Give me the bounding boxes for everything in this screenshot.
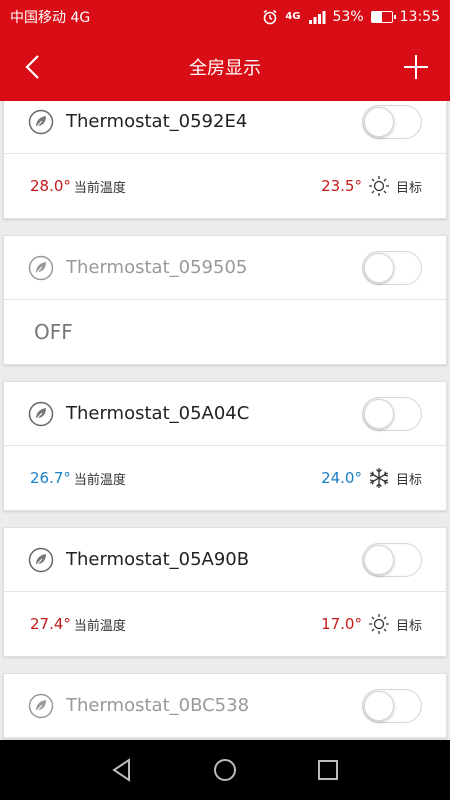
device-card[interactable]: Thermostat_0592E4 28.0° 当前温度 23.5° 目标: [3, 101, 447, 219]
power-toggle[interactable]: [362, 688, 422, 723]
target-label: 目标: [395, 180, 422, 196]
power-toggle[interactable]: [362, 104, 422, 139]
power-toggle[interactable]: [362, 542, 422, 577]
device-name: Thermostat_0BC538: [66, 695, 250, 716]
current-temperature: 27.4°: [30, 615, 71, 633]
snowflake-icon: [369, 468, 389, 488]
system-nav-bar: [0, 740, 450, 800]
device-name: Thermostat_05A90B: [66, 549, 250, 570]
device-name: Thermostat_05A04C: [66, 403, 250, 424]
recents-square-icon[interactable]: [314, 756, 342, 784]
status-bar: 中国移动 4G 4G 53% 13:55: [0, 0, 450, 33]
leaf-icon: [28, 693, 54, 718]
alarm-icon: [262, 9, 278, 25]
title-bar: 全房显示: [0, 33, 450, 101]
leaf-icon: [28, 401, 54, 426]
device-name: Thermostat_0592E4: [66, 111, 248, 132]
target-temperature: 24.0°: [321, 469, 362, 487]
current-temperature-label: 当前温度: [73, 180, 126, 196]
page-title: 全房显示: [189, 58, 261, 79]
signal-icon: [308, 10, 326, 24]
chevron-left-icon: [25, 55, 39, 79]
leaf-icon: [28, 255, 54, 280]
device-card[interactable]: Thermostat_059505 OFF: [3, 235, 447, 365]
home-circle-icon[interactable]: [211, 756, 239, 784]
battery-percent: 53%: [332, 8, 364, 25]
target-label: 目标: [395, 618, 422, 634]
leaf-icon: [28, 109, 54, 134]
back-button[interactable]: [18, 51, 50, 83]
back-triangle-icon[interactable]: [108, 756, 136, 784]
current-temperature: 26.7°: [30, 469, 71, 487]
power-toggle[interactable]: [362, 396, 422, 431]
network-type-label: 4G: [285, 10, 301, 22]
sun-icon: [368, 614, 389, 634]
battery-icon: [370, 10, 396, 23]
toggle-knob: [364, 690, 394, 721]
power-toggle[interactable]: [362, 250, 422, 285]
current-temperature: 28.0°: [30, 177, 71, 195]
target-temperature: 17.0°: [321, 615, 362, 633]
toggle-knob: [364, 398, 394, 429]
device-card[interactable]: Thermostat_05A90B 27.4° 当前温度 17.0° 目标: [3, 527, 447, 657]
target-label: 目标: [395, 472, 422, 488]
device-card[interactable]: Thermostat_05A04C 26.7° 当前温度 24.0° 目标: [3, 381, 447, 511]
toggle-knob: [364, 252, 394, 283]
add-device-button[interactable]: [400, 51, 432, 83]
device-name: Thermostat_059505: [66, 257, 248, 278]
device-list[interactable]: Thermostat_0592E4 28.0° 当前温度 23.5° 目标 Th…: [0, 101, 450, 740]
current-temperature-label: 当前温度: [73, 472, 126, 488]
toggle-knob: [364, 106, 394, 137]
sun-icon: [368, 176, 389, 196]
plus-icon: [404, 55, 428, 79]
off-status: OFF: [34, 320, 73, 344]
current-temperature-label: 当前温度: [73, 618, 126, 634]
target-temperature: 23.5°: [321, 177, 362, 195]
status-icons: 4G 53% 13:55: [262, 9, 440, 25]
carrier-label: 中国移动 4G: [10, 9, 91, 26]
device-card[interactable]: Thermostat_0BC538: [3, 673, 447, 739]
leaf-icon: [28, 547, 54, 572]
toggle-knob: [364, 544, 394, 575]
clock: 13:55: [399, 8, 440, 25]
